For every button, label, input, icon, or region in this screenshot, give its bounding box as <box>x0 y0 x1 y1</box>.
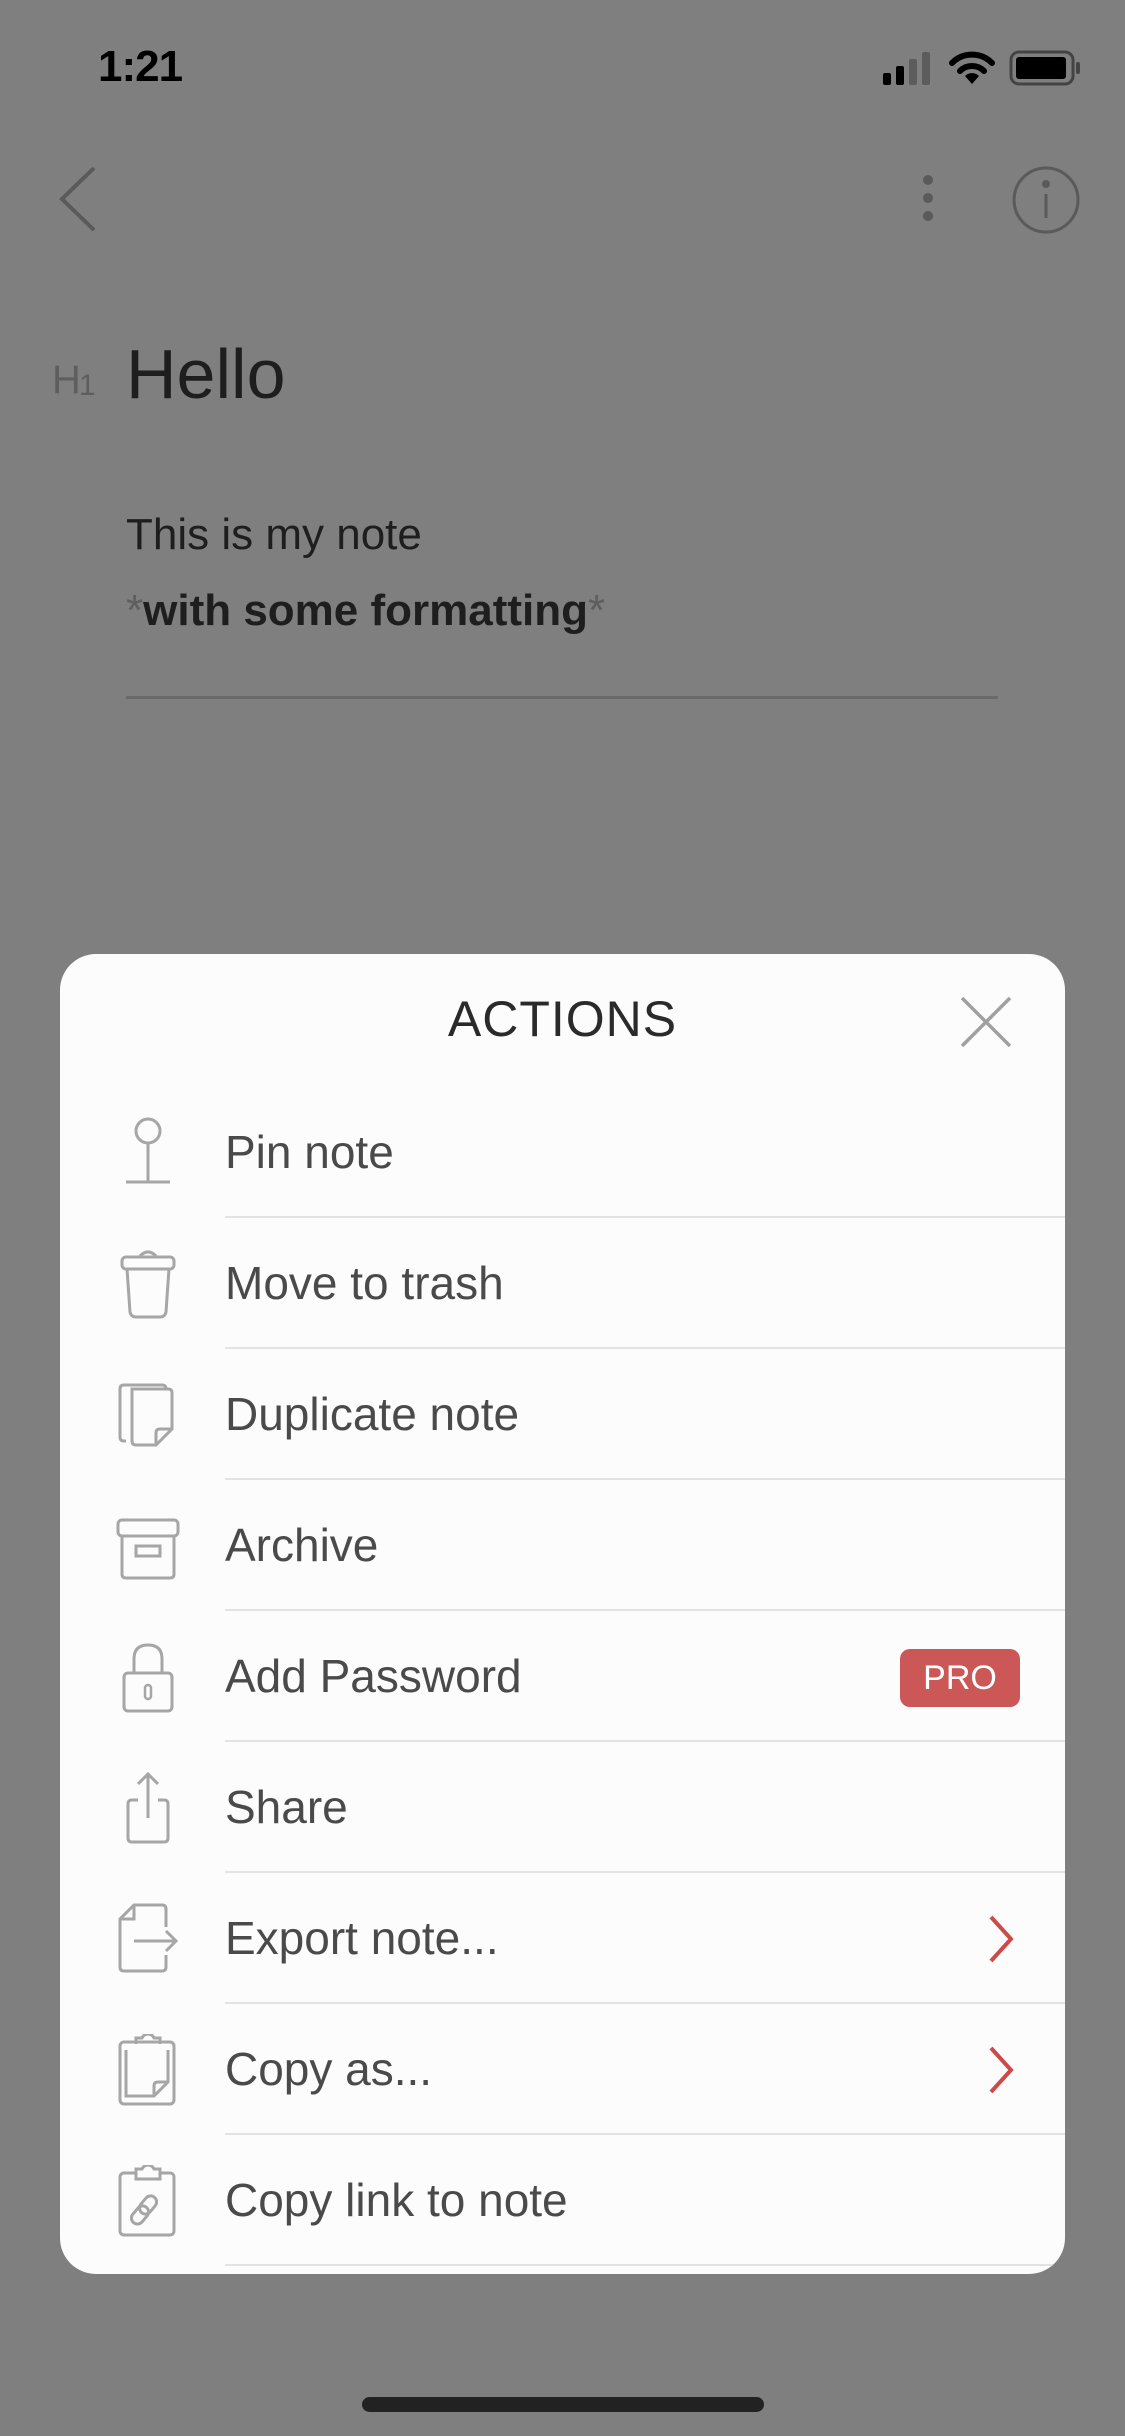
battery-icon <box>1009 50 1080 86</box>
markdown-marker: * <box>588 586 606 635</box>
info-button[interactable] <box>1010 164 1082 236</box>
cellular-signal-icon <box>883 52 930 85</box>
action-archive[interactable]: Archive <box>60 1480 1065 1611</box>
close-button[interactable] <box>958 994 1014 1050</box>
action-label: Move to trash <box>225 1257 504 1309</box>
note-title[interactable]: Hello <box>126 334 286 414</box>
bold-text: with some formatting <box>143 586 589 635</box>
action-label: Add Password <box>225 1650 522 1702</box>
pin-icon <box>126 1117 170 1184</box>
info-circle-icon <box>1012 166 1080 234</box>
action-label: Copy link to note <box>225 2174 568 2226</box>
more-options-button[interactable] <box>908 170 948 230</box>
action-share[interactable]: Share <box>60 1742 1065 1873</box>
horizontal-rule <box>126 696 998 699</box>
markdown-marker: * <box>126 586 144 635</box>
share-icon <box>126 1772 170 1844</box>
home-indicator[interactable] <box>362 2397 764 2412</box>
clipboard-link-icon <box>118 2165 176 2237</box>
back-button[interactable] <box>54 164 104 234</box>
status-icons <box>881 50 1083 86</box>
action-label: Copy as... <box>225 2043 433 2095</box>
vertical-ellipsis-icon <box>923 175 933 221</box>
action-add-password[interactable]: Add Password PRO <box>60 1611 1065 1742</box>
wifi-icon <box>949 51 995 84</box>
sheet-title: ACTIONS <box>447 991 678 1047</box>
status-bar: 1:21 <box>0 0 1125 140</box>
action-copy-link-to-note[interactable]: Copy link to note <box>60 2135 1065 2266</box>
note-body-line[interactable]: This is my note <box>126 510 422 560</box>
pro-badge: PRO <box>900 1649 1020 1707</box>
chevron-right-icon <box>989 2046 1014 2094</box>
heading-level-marker[interactable]: H1 <box>52 358 96 403</box>
export-icon <box>118 1903 179 1973</box>
action-move-to-trash[interactable]: Move to trash <box>60 1218 1065 1349</box>
archive-icon <box>116 1518 180 1580</box>
chevron-right-icon <box>989 1915 1014 1963</box>
note-body-line-formatted[interactable]: *with some formatting* <box>126 586 605 636</box>
action-label: Archive <box>225 1519 379 1571</box>
actions-sheet: ACTIONS Pin note Move to trash Duplicate… <box>60 954 1065 2274</box>
action-duplicate-note[interactable]: Duplicate note <box>60 1349 1065 1480</box>
action-label: Duplicate note <box>225 1388 520 1440</box>
status-time: 1:21 <box>98 42 183 91</box>
chevron-left-icon <box>59 166 96 232</box>
action-label: Pin note <box>225 1126 394 1178</box>
trash-icon <box>120 1250 176 1319</box>
clipboard-icon <box>118 2034 176 2106</box>
duplicate-icon <box>118 1383 174 1447</box>
action-label: Share <box>225 1781 348 1833</box>
action-copy-as[interactable]: Copy as... <box>60 2004 1065 2135</box>
action-export-note[interactable]: Export note... <box>60 1873 1065 2004</box>
action-list: Pin note Move to trash Duplicate note Ar… <box>60 1087 1065 2266</box>
close-icon <box>960 996 1012 1048</box>
action-label: Export note... <box>225 1912 499 1964</box>
action-pin-note[interactable]: Pin note <box>60 1087 1065 1218</box>
lock-icon <box>122 1643 174 1713</box>
